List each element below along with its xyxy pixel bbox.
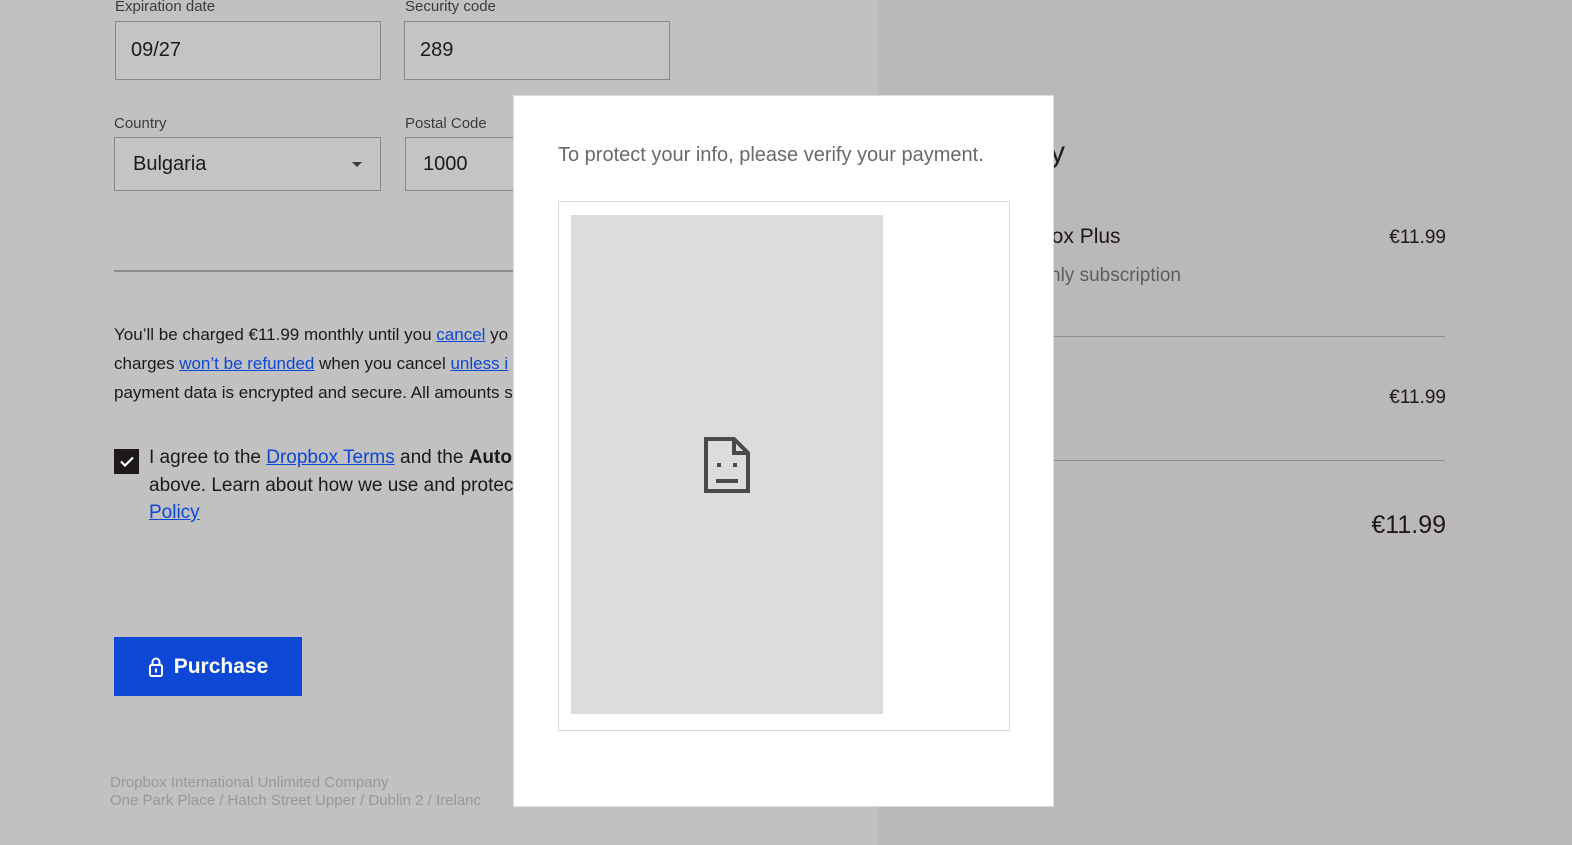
total-price: €11.99 [1371,511,1446,539]
broken-content [571,215,883,714]
postal-code-label: Postal Code [405,115,487,132]
unless-link[interactable]: unless i [450,354,508,373]
charge-notice-line3: payment data is encrypted and secure. Al… [114,383,513,402]
security-code-label: Security code [405,0,496,15]
cancel-link[interactable]: cancel [436,325,485,344]
text: charges [114,354,180,373]
security-code-input[interactable]: 289 [404,21,670,80]
agree-line2: above. Learn about how we use and protec… [149,475,519,496]
verify-payment-modal: To protect your info, please verify your… [513,95,1054,807]
text: You’ll be charged €11.99 monthly until y… [114,325,437,344]
divider [1054,460,1445,461]
dropbox-terms-link[interactable]: Dropbox Terms [266,447,394,468]
refund-link[interactable]: won’t be refunded [179,354,314,373]
agree-line1: I agree to the Dropbox Terms and the Aut… [149,443,529,472]
divider [114,270,534,272]
charge-notice-line2: charges won’t be refunded when you cance… [114,349,508,378]
company-name: Dropbox International Unlimited Company [110,774,389,791]
agree-checkbox[interactable] [114,449,139,474]
lock-icon [148,657,163,677]
chevron-down-icon [352,162,362,167]
expiration-label: Expiration date [115,0,216,15]
text: when you cancel [314,354,451,373]
expiration-input[interactable]: 09/27 [115,21,381,80]
company-address: One Park Place / Hatch Street Upper / Du… [110,792,482,809]
subtotal-price: €11.99 [1389,387,1446,408]
modal-title: To protect your info, please verify your… [558,144,984,166]
product-price: €11.99 [1389,227,1446,248]
country-value: Bulgaria [133,152,207,175]
country-label: Country [114,115,167,132]
country-select[interactable]: Bulgaria [114,137,381,191]
company-footer: Dropbox International Unlimited Company O… [110,774,481,810]
agree-line3: Policy [149,498,200,527]
text: yo [485,325,509,344]
broken-document-icon [704,436,750,493]
divider [1054,336,1445,337]
checkmark-icon [119,456,134,467]
purchase-label: Purchase [173,654,269,678]
charge-notice-line1: You’ll be charged €11.99 monthly until y… [114,320,508,349]
product-subscription: hly subscription [1050,265,1181,286]
verification-iframe[interactable] [558,201,1010,731]
text: and the [394,447,469,468]
privacy-policy-link[interactable]: Policy [149,502,200,523]
text: I agree to the [149,447,267,468]
purchase-button[interactable]: Purchase [114,637,302,696]
